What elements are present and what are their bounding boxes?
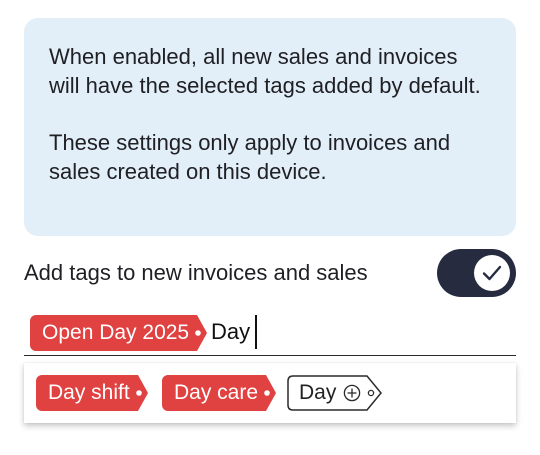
suggestion-tag-label: Day care — [162, 375, 263, 411]
create-tag-label: Day — [299, 381, 337, 404]
selected-tag-label: Open Day 2025 — [30, 315, 194, 351]
text-caret — [255, 315, 257, 349]
tag-input-field[interactable]: Open Day 2025 Day — [24, 313, 516, 356]
info-paragraph-1: When enabled, all new sales and invoices… — [49, 44, 481, 98]
tag-search-text: Day — [211, 319, 251, 344]
add-circle-icon — [343, 384, 361, 402]
toggle-knob — [474, 255, 510, 291]
tag-tail-shape — [262, 375, 277, 411]
suggestion-tag-day-care[interactable]: Day care — [162, 375, 277, 411]
info-paragraph-2: These settings only apply to invoices an… — [49, 130, 451, 184]
suggestion-tag-day-shift[interactable]: Day shift — [36, 375, 149, 411]
suggestion-tag-label: Day shift — [36, 375, 134, 411]
default-tags-toggle[interactable] — [437, 249, 516, 297]
setting-label: Add tags to new invoices and sales — [24, 260, 368, 285]
default-tags-setting-row: Add tags to new invoices and sales — [24, 249, 516, 297]
tag-tail-shape — [193, 315, 208, 351]
tag-tail-shape — [133, 375, 148, 411]
info-box: When enabled, all new sales and invoices… — [24, 18, 516, 236]
check-icon — [482, 265, 502, 281]
selected-tag[interactable]: Open Day 2025 — [30, 315, 208, 351]
tag-suggestions-dropdown: Day shift Day care Day — [24, 363, 516, 423]
